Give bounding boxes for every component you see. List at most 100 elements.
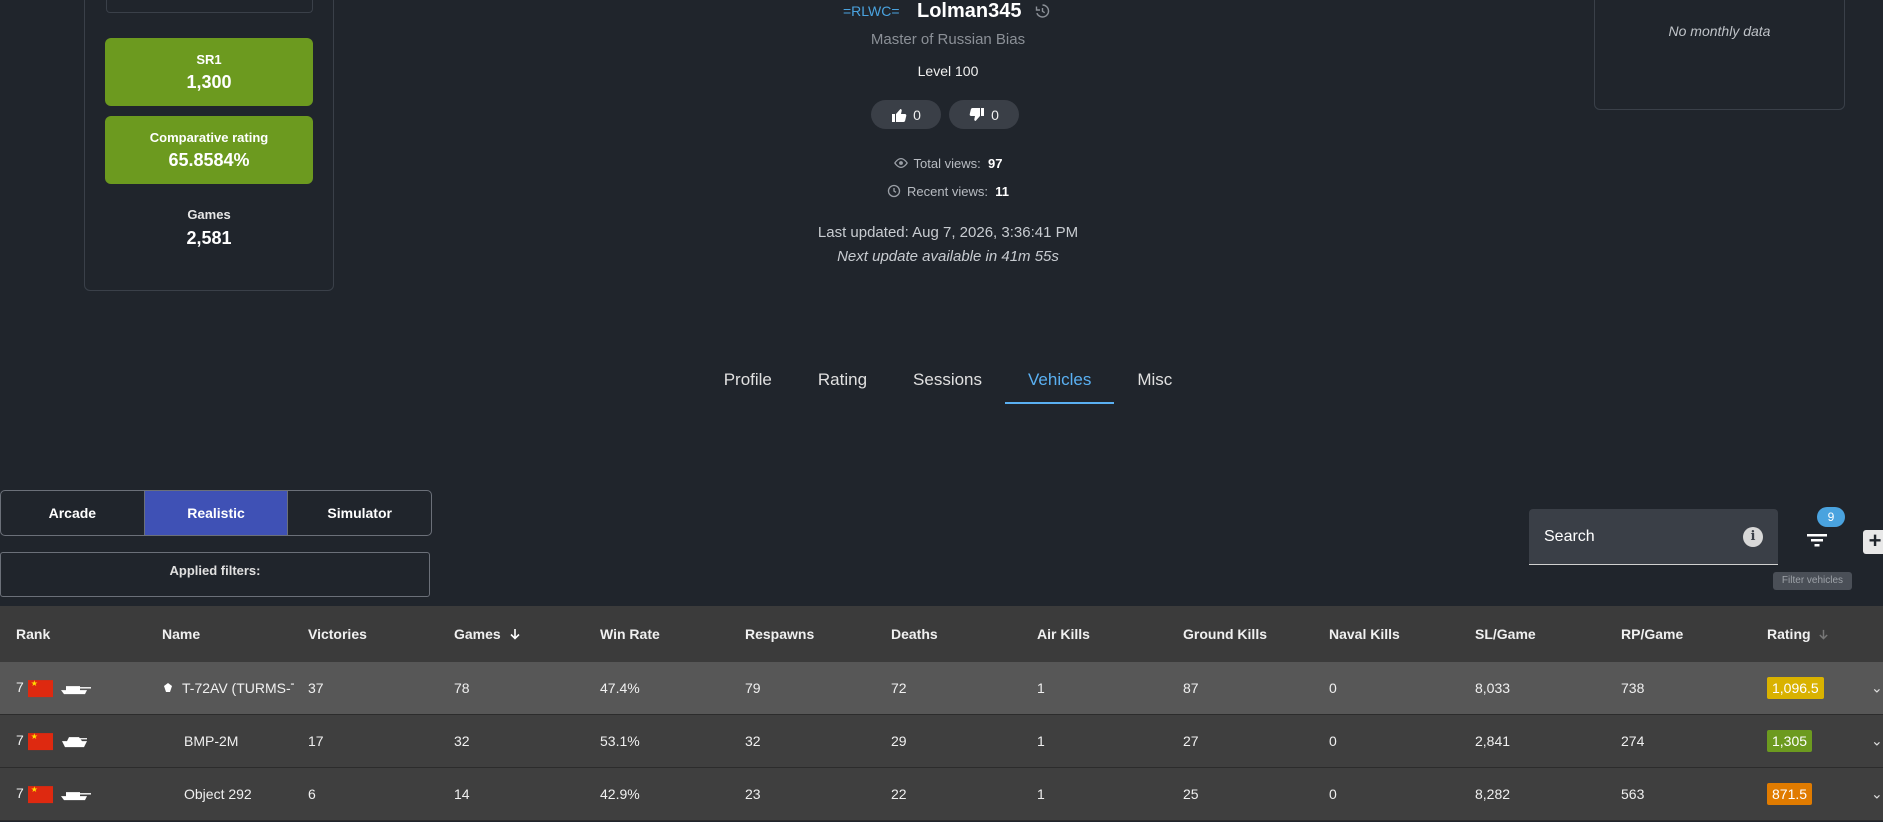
col-rating[interactable]: Rating (1767, 626, 1829, 642)
like-count: 0 (913, 106, 921, 123)
recent-views-value: 11 (995, 184, 1009, 199)
naval-kills-cell: 0 (1329, 786, 1337, 802)
comparative-rating-box: Comparative rating 65.8584% (105, 116, 313, 184)
table-header: Rank Name Victories Games Win Rate Respa… (0, 606, 1883, 662)
air-kills-cell: 1 (1037, 786, 1045, 802)
recent-views-row: Recent views: 11 (0, 184, 1883, 199)
ground-kills-cell: 27 (1183, 733, 1199, 749)
sort-arrow-icon (1819, 629, 1829, 640)
col-deaths[interactable]: Deaths (891, 626, 938, 642)
mode-simulator-button[interactable]: Simulator (288, 491, 431, 535)
games-cell: 32 (454, 733, 470, 749)
total-views-value: 97 (987, 156, 1003, 171)
clock-icon (887, 184, 901, 198)
ground-kills-cell: 25 (1183, 786, 1199, 802)
applied-filters: Applied filters: (0, 552, 430, 597)
expand-chevron-icon[interactable]: ⌄ (1871, 680, 1883, 697)
table-row[interactable]: 7 BMP-2M 17 32 53.1% 32 29 1 27 0 2,841 … (0, 715, 1883, 768)
tab-rating[interactable]: Rating (795, 366, 890, 404)
air-kills-cell: 1 (1037, 680, 1045, 696)
game-mode-toggle: Arcade Realistic Simulator (0, 490, 432, 536)
sl-game-cell: 8,033 (1475, 680, 1511, 696)
col-rating-label: Rating (1767, 626, 1811, 642)
rating-badge: 1,305 (1767, 730, 1813, 752)
col-respawns[interactable]: Respawns (745, 626, 814, 642)
last-updated: Last updated: Aug 7, 2026, 3:36:41 PM (817, 224, 1079, 241)
vehicle-name: BMP-2M (184, 733, 239, 749)
vehicles-table: Rank Name Victories Games Win Rate Respa… (0, 606, 1883, 821)
add-button[interactable]: + (1863, 530, 1883, 554)
mode-arcade-button[interactable]: Arcade (1, 491, 145, 535)
china-flag-icon (27, 732, 53, 750)
col-air-kills[interactable]: Air Kills (1037, 626, 1090, 642)
ground-kills-cell: 87 (1183, 680, 1199, 696)
sl-game-cell: 8,282 (1475, 786, 1511, 802)
tab-profile[interactable]: Profile (701, 366, 795, 404)
search-box: i (1529, 509, 1778, 565)
stats-card-top-stub (106, 0, 313, 13)
tab-vehicles[interactable]: Vehicles (1005, 366, 1115, 404)
rank-cell: 7 (16, 785, 93, 803)
name-cell: T-72AV (TURMS-T) (162, 680, 294, 696)
tab-misc[interactable]: Misc (1114, 366, 1195, 404)
tank-icon (60, 792, 91, 801)
naval-kills-cell: 0 (1329, 680, 1337, 696)
next-update: Next update available in 41m 55s (837, 248, 1059, 265)
filter-tooltip: Filter vehicles (1773, 572, 1852, 590)
table-row[interactable]: 7 T-72AV (TURMS-T) 37 78 47.4% 79 72 1 8… (0, 662, 1883, 715)
player-name: Lolman345 (917, 0, 1022, 22)
search-input[interactable] (1544, 526, 1734, 548)
table-row[interactable]: 7 Object 292 6 14 42.9% 23 22 1 25 0 8,2… (0, 768, 1883, 821)
premium-icon (164, 683, 172, 692)
sort-desc-icon (510, 629, 520, 640)
win-rate-cell: 47.4% (600, 680, 640, 696)
games-cell: 14 (454, 786, 470, 802)
col-sl-game[interactable]: SL/Game (1475, 626, 1536, 642)
win-rate-cell: 53.1% (600, 733, 640, 749)
vehicle-name: Object 292 (184, 786, 252, 802)
china-flag-icon (27, 785, 53, 803)
col-rp-game[interactable]: RP/Game (1621, 626, 1683, 642)
total-views-label: Total views: (913, 156, 981, 171)
dislike-count: 0 (991, 106, 999, 123)
like-button[interactable]: 0 (871, 100, 941, 129)
col-ground-kills[interactable]: Ground Kills (1183, 626, 1267, 642)
ifv-icon (61, 737, 87, 748)
win-rate-cell: 42.9% (600, 786, 640, 802)
games-label: Games (187, 207, 231, 222)
air-kills-cell: 1 (1037, 733, 1045, 749)
expand-chevron-icon[interactable]: ⌄ (1871, 786, 1883, 803)
rp-game-cell: 563 (1621, 786, 1645, 802)
rp-game-cell: 738 (1621, 680, 1645, 696)
filter-vehicles-button[interactable] (1802, 526, 1832, 554)
expand-chevron-icon[interactable]: ⌄ (1871, 733, 1883, 750)
victories-cell: 37 (308, 680, 324, 696)
col-win-rate[interactable]: Win Rate (600, 626, 660, 642)
deaths-cell: 22 (891, 786, 907, 802)
player-level: Level 100 (917, 63, 979, 79)
history-icon[interactable] (1034, 3, 1050, 19)
tab-sessions[interactable]: Sessions (890, 366, 1005, 404)
col-naval-kills[interactable]: Naval Kills (1329, 626, 1400, 642)
filter-count-badge: 9 (1817, 507, 1845, 527)
info-icon[interactable]: i (1743, 527, 1763, 547)
clan-tag[interactable]: =RLWC= (843, 3, 900, 19)
col-victories[interactable]: Victories (308, 626, 367, 642)
filter-icon (1807, 534, 1827, 547)
col-name[interactable]: Name (162, 626, 200, 642)
profile-tabs: Profile Rating Sessions Vehicles Misc (0, 366, 1883, 404)
respawns-cell: 79 (745, 680, 761, 696)
col-games[interactable]: Games (454, 626, 521, 642)
mode-realistic-button[interactable]: Realistic (144, 491, 289, 535)
rating-badge: 1,096.5 (1767, 677, 1824, 699)
rank-cell: 7 (16, 679, 93, 697)
dislike-button[interactable]: 0 (949, 100, 1019, 129)
tank-icon (60, 686, 91, 695)
player-title: Master of Russian Bias (870, 31, 1026, 48)
recent-views-label: Recent views: (907, 184, 988, 199)
col-rank[interactable]: Rank (16, 626, 50, 642)
rank-value: 7 (16, 732, 24, 749)
comparative-rating-label: Comparative rating (149, 130, 269, 145)
rank-value: 7 (16, 679, 24, 696)
rank-cell: 7 (16, 732, 93, 750)
